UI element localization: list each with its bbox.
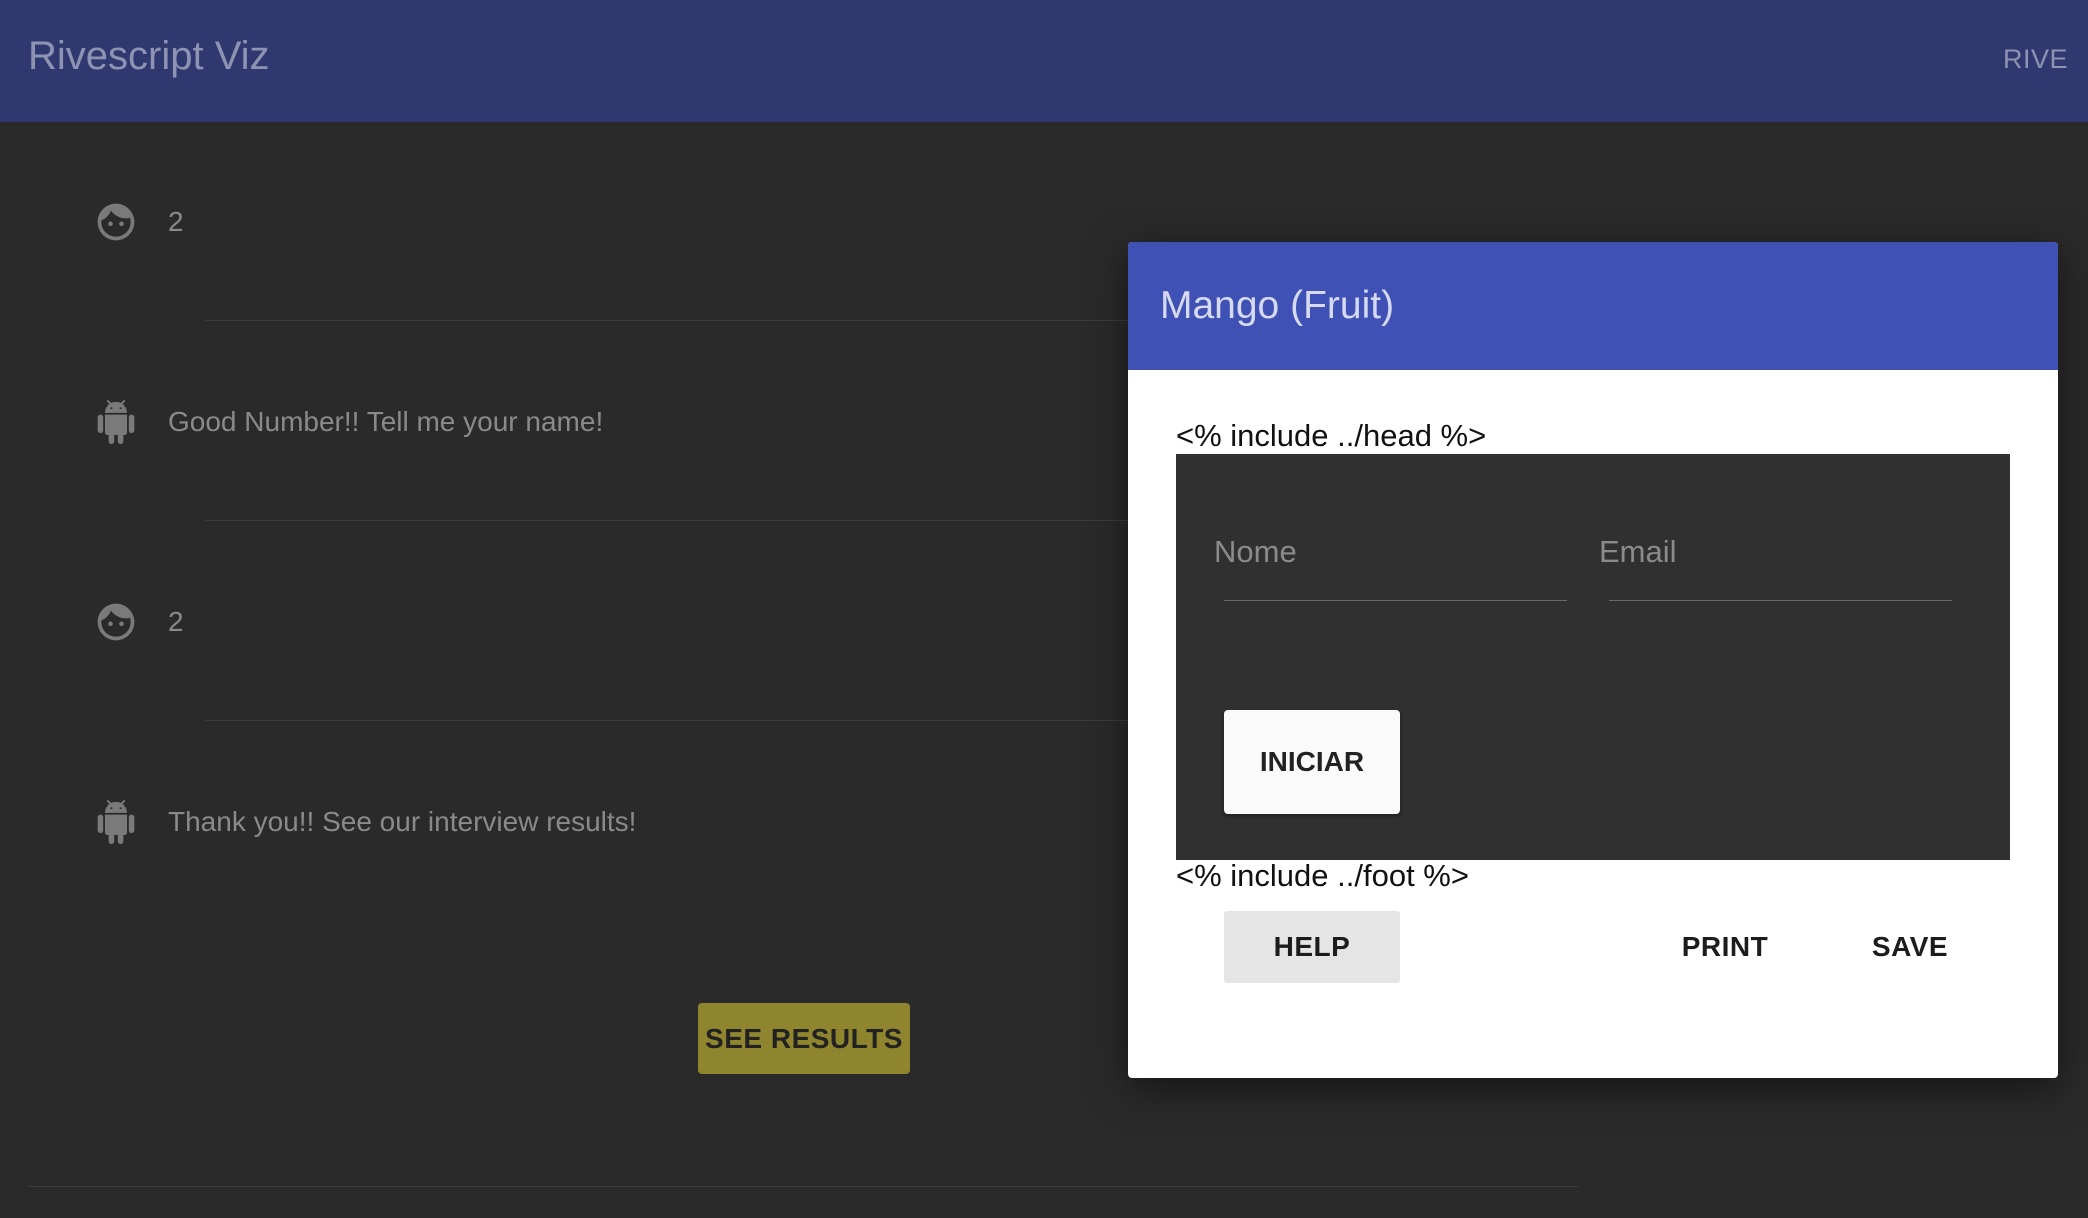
email-field[interactable]: Email: [1599, 534, 1952, 601]
name-field[interactable]: Nome: [1214, 534, 1567, 601]
field-underline: [1609, 600, 1952, 601]
face-icon: [97, 603, 135, 641]
print-button[interactable]: PRINT: [1660, 911, 1790, 983]
chat-message-text: 2: [168, 606, 184, 637]
field-underline: [1224, 600, 1567, 601]
android-icon: [97, 400, 135, 444]
divider: [28, 1186, 1578, 1187]
chat-message-text: Thank you!! See our interview results!: [168, 806, 637, 837]
page: Rivescript Viz RIVE 2 Good Number!! Tell…: [0, 0, 2088, 1218]
help-button[interactable]: HELP: [1224, 911, 1400, 983]
dialog: Mango (Fruit) <% include ../head %> Nome…: [1128, 242, 2058, 1078]
name-placeholder: Nome: [1214, 534, 1297, 569]
chat-message-bot: Thank you!! See our interview results!: [94, 800, 1144, 880]
iniciar-button[interactable]: INICIAR: [1224, 710, 1400, 814]
android-icon: [97, 800, 135, 844]
face-icon: [97, 203, 135, 241]
dialog-header: Mango (Fruit): [1128, 242, 2058, 370]
save-button[interactable]: SAVE: [1850, 911, 1970, 983]
dialog-title: Mango (Fruit): [1160, 284, 1395, 327]
email-placeholder: Email: [1599, 534, 1677, 569]
divider: [205, 720, 1130, 721]
chat-message-text: Good Number!! Tell me your name!: [168, 406, 604, 437]
divider: [205, 520, 1130, 521]
chat-message-user: 2: [94, 200, 1144, 280]
chat-message-bot: Good Number!! Tell me your name!: [94, 400, 1144, 480]
chat-message-user: 2: [94, 600, 1144, 680]
chat-message-text: 2: [168, 206, 184, 237]
head-include-text: <% include ../head %>: [1176, 418, 1487, 453]
foot-include-text: <% include ../foot %>: [1176, 858, 1469, 893]
see-results-button[interactable]: SEE RESULTS: [698, 1003, 910, 1074]
nav-link-rive[interactable]: RIVE: [2003, 44, 2068, 75]
embedded-form: Nome Email INICIAR: [1176, 454, 2010, 860]
app-bar: Rivescript Viz RIVE: [0, 0, 2088, 122]
app-title: Rivescript Viz: [28, 34, 270, 78]
divider: [205, 320, 1130, 321]
